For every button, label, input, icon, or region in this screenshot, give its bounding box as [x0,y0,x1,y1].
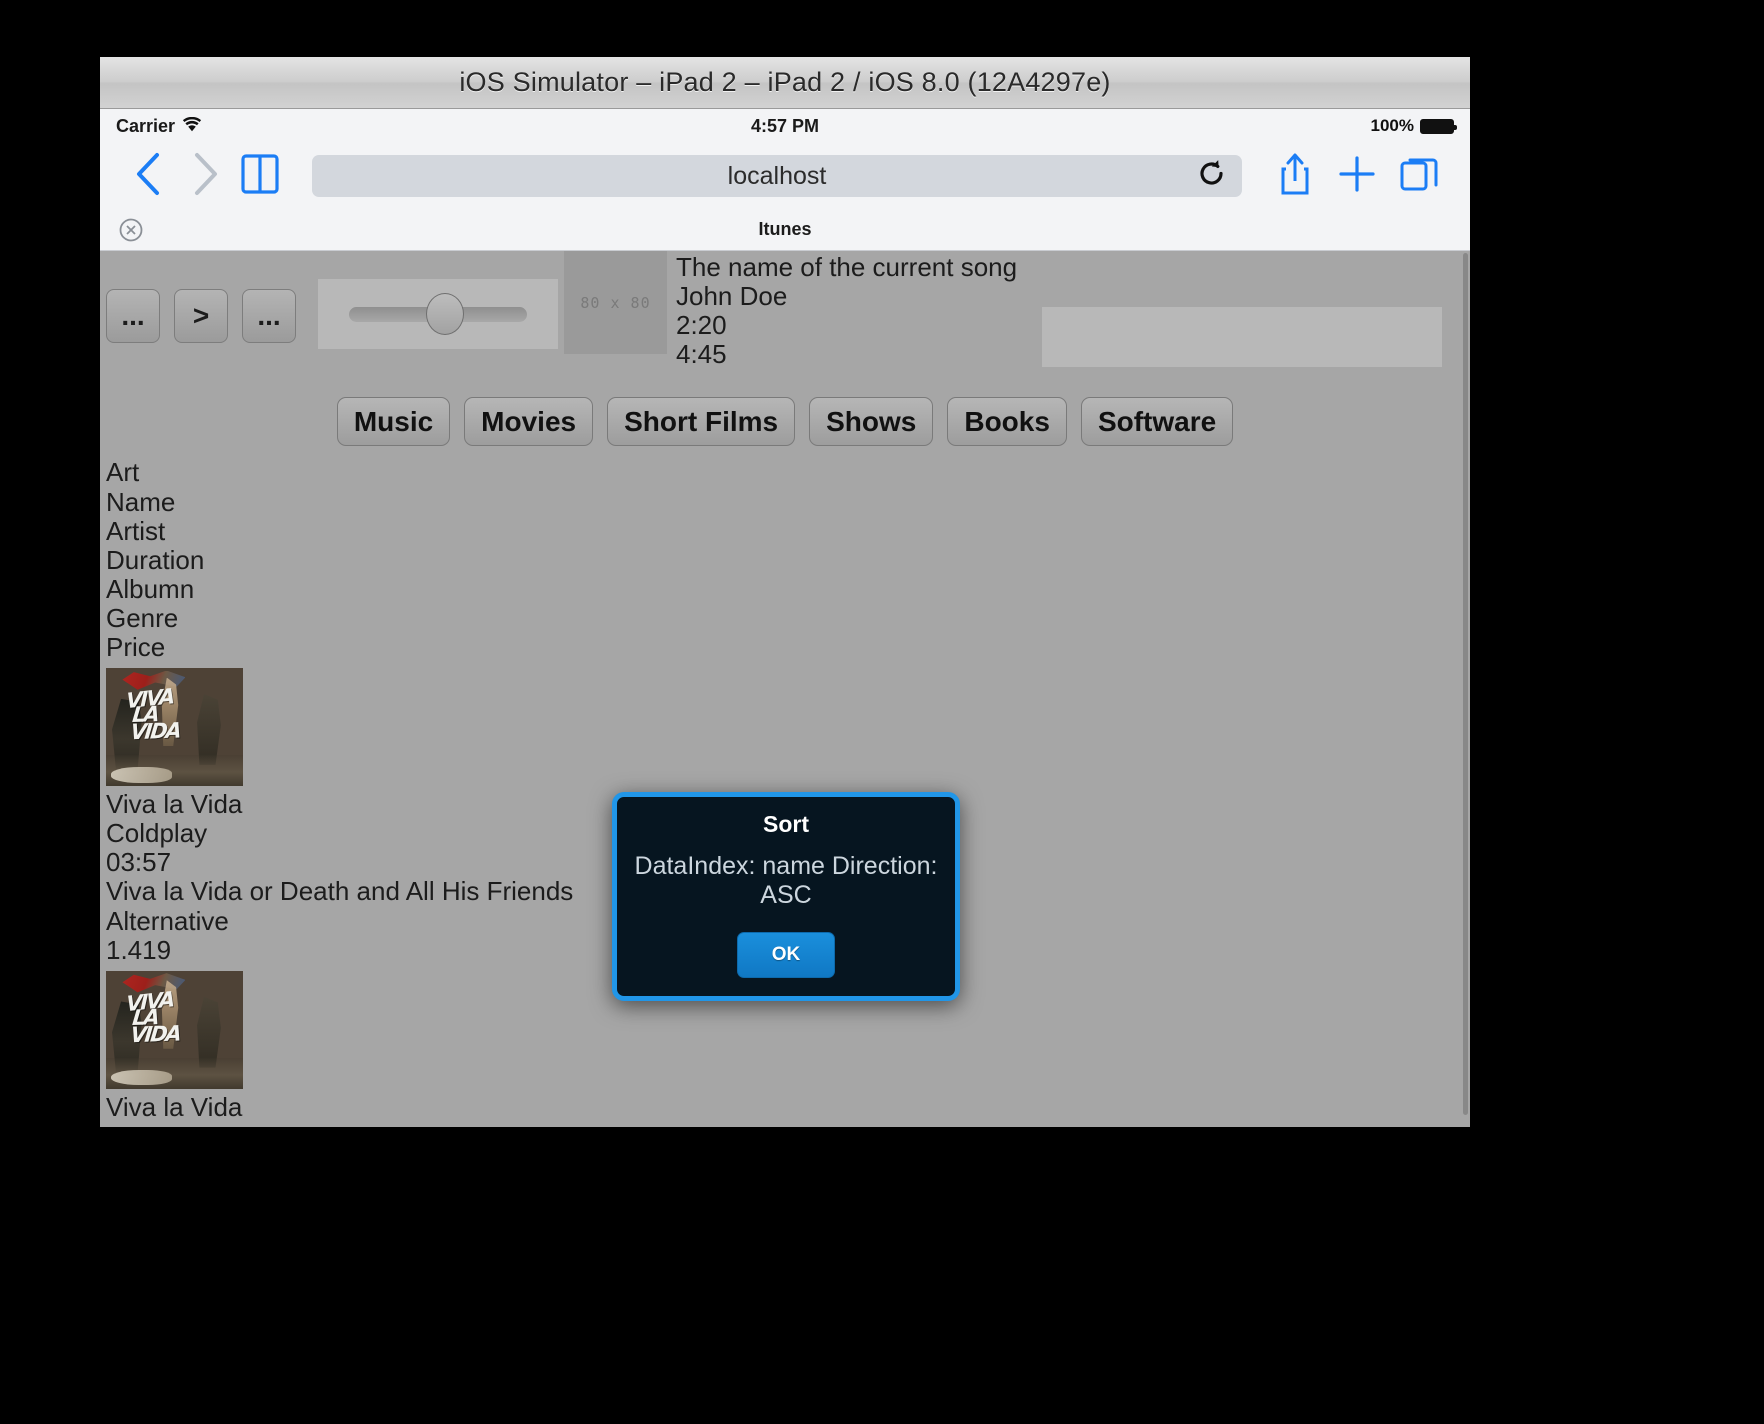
tabs-button[interactable] [1388,148,1450,204]
bookmarks-bar: Itunes [100,209,1470,251]
reload-icon[interactable] [1198,159,1226,194]
web-page-content: ... > ... 80 x 80 The name of the curren… [100,251,1470,1127]
ok-button[interactable]: OK [736,932,836,978]
status-bar-clock: 4:57 PM [750,115,820,136]
dialog-message: DataIndex: name Direction: ASC [634,852,938,909]
chevron-right-icon [187,151,221,202]
ios-status-bar: Carrier 4:57 PM 100% [100,109,1470,143]
address-bar[interactable]: localhost [312,155,1242,197]
book-icon [240,153,280,200]
battery-full-icon [1420,118,1457,134]
safari-toolbar: localhost [100,143,1470,209]
chevron-left-icon [131,151,165,202]
back-button[interactable] [120,148,176,204]
window-title: iOS Simulator – iPad 2 – iPad 2 / iOS 8.… [459,67,1111,97]
page-title: Itunes [758,219,812,239]
tabs-icon [1399,153,1439,200]
url-text: localhost [727,161,827,190]
add-bookmark-button[interactable] [1326,148,1388,204]
share-button[interactable] [1264,148,1326,204]
share-icon [1278,151,1312,202]
dialog-overlay: Sort DataIndex: name Direction: ASC OK [100,251,1470,1127]
ok-button-label: OK [771,944,801,965]
forward-button[interactable] [176,148,232,204]
dialog-title: Sort [763,811,809,837]
sort-dialog: Sort DataIndex: name Direction: ASC OK [612,792,960,1001]
ios-simulator-window: iOS Simulator – iPad 2 – iPad 2 / iOS 8.… [100,57,1470,1127]
bookmarks-button[interactable] [232,148,288,204]
simulator-titlebar: iOS Simulator – iPad 2 – iPad 2 / iOS 8.… [100,57,1470,109]
plus-icon [1337,153,1377,200]
